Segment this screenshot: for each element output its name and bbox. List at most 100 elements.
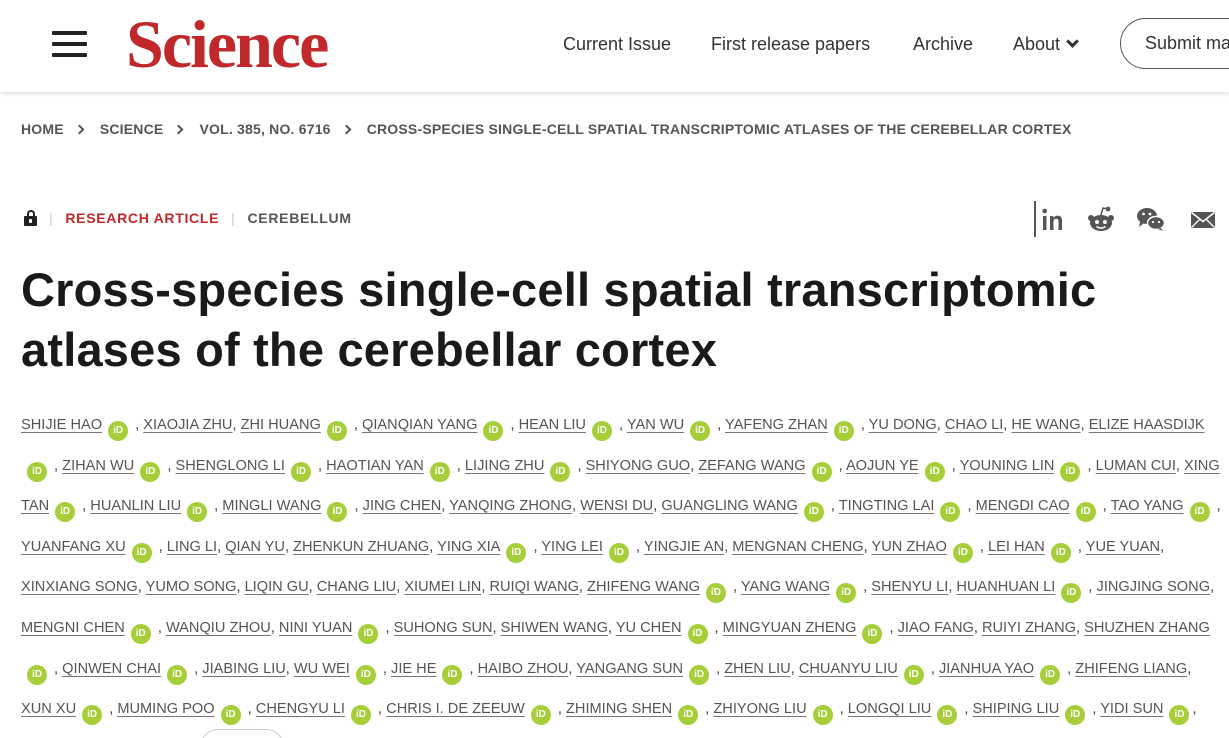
author-link[interactable]: XIUMEI LIN xyxy=(404,579,481,595)
author-link[interactable]: LEI HAN xyxy=(988,539,1045,555)
orcid-icon[interactable]: iD xyxy=(862,623,883,644)
science-logo[interactable]: Science xyxy=(126,10,329,78)
orcid-icon[interactable]: iD xyxy=(1050,542,1071,563)
orcid-icon[interactable]: iD xyxy=(27,664,47,685)
author-link[interactable]: CHENGYU LI xyxy=(256,701,345,717)
author-link[interactable]: ZHIFENG LIANG xyxy=(1075,661,1187,677)
author-link[interactable]: QIANQIAN YANG xyxy=(362,417,477,433)
orcid-icon[interactable]: iD xyxy=(833,421,854,441)
fewer-authors-button[interactable]: fewer xyxy=(200,728,285,738)
nav-current-issue[interactable]: Current Issue xyxy=(563,34,671,55)
author-link[interactable]: CHUANYU LIU xyxy=(799,661,898,677)
author-link[interactable]: QIAN YU xyxy=(225,539,285,555)
author-link[interactable]: YINGJIE AN xyxy=(644,539,724,555)
orcid-icon[interactable]: iD xyxy=(940,502,961,523)
author-link[interactable]: ZEFANG WANG xyxy=(698,458,805,474)
orcid-icon[interactable]: iD xyxy=(1169,705,1190,726)
orcid-icon[interactable]: iD xyxy=(803,502,824,523)
author-link[interactable]: YANQING ZHONG xyxy=(449,498,572,514)
author-link[interactable]: SHIYONG GUO xyxy=(586,458,691,474)
author-link[interactable]: ZHIYONG LIU xyxy=(713,701,806,717)
author-link[interactable]: SHENGLONG LI xyxy=(176,458,285,474)
orcid-icon[interactable]: iD xyxy=(55,502,76,523)
orcid-icon[interactable]: iD xyxy=(131,542,152,563)
author-link[interactable]: JIAO FANG xyxy=(898,620,974,636)
orcid-icon[interactable]: iD xyxy=(591,421,612,441)
orcid-icon[interactable]: iD xyxy=(1060,461,1081,482)
author-link[interactable]: YING LEI xyxy=(541,539,603,555)
author-link[interactable]: LIQIN GU xyxy=(245,579,309,595)
orcid-icon[interactable]: iD xyxy=(678,705,699,726)
author-link[interactable]: MENGNAN CHENG xyxy=(732,539,863,555)
author-link[interactable]: ZHI HUANG xyxy=(241,417,321,433)
author-link[interactable]: HE WANG xyxy=(1011,417,1080,433)
orcid-icon[interactable]: iD xyxy=(358,623,379,644)
orcid-icon[interactable]: iD xyxy=(220,705,241,726)
orcid-icon[interactable]: iD xyxy=(1040,664,1061,685)
orcid-icon[interactable]: iD xyxy=(290,461,311,482)
orcid-icon[interactable]: iD xyxy=(355,664,376,685)
orcid-icon[interactable]: iD xyxy=(689,664,710,685)
breadcrumb-science[interactable]: SCIENCE xyxy=(100,121,164,137)
orcid-icon[interactable]: iD xyxy=(350,705,371,726)
author-link[interactable]: ZIHAN WU xyxy=(62,458,134,474)
author-link[interactable]: YOUNING LIN xyxy=(960,458,1055,474)
author-link[interactable]: SHENYU LI xyxy=(871,579,948,595)
breadcrumb-home[interactable]: HOME xyxy=(21,121,64,137)
orcid-icon[interactable]: iD xyxy=(706,583,726,604)
orcid-icon[interactable]: iD xyxy=(187,502,208,523)
orcid-icon[interactable]: iD xyxy=(167,664,188,685)
author-link[interactable]: YUE YUAN xyxy=(1086,539,1160,555)
author-link[interactable]: WANQIU ZHOU xyxy=(166,620,271,636)
orcid-icon[interactable]: iD xyxy=(608,542,629,563)
email-icon[interactable] xyxy=(1190,200,1216,238)
orcid-icon[interactable]: iD xyxy=(108,421,129,441)
author-link[interactable]: SHIWEN WANG xyxy=(501,620,608,636)
author-link[interactable]: YAFENG ZHAN xyxy=(725,417,828,433)
orcid-icon[interactable]: iD xyxy=(924,461,945,482)
author-link[interactable]: MINGLI WANG xyxy=(222,498,321,514)
author-link[interactable]: YUN ZHAO xyxy=(871,539,946,555)
author-link[interactable]: YU CHEN xyxy=(616,620,682,636)
author-link[interactable]: JIE HE xyxy=(391,661,436,677)
menu-icon[interactable] xyxy=(52,31,88,57)
author-link[interactable]: SUHONG SUN xyxy=(394,620,493,636)
author-link[interactable]: LUMAN CUI xyxy=(1096,458,1176,474)
linkedin-icon[interactable] xyxy=(1041,200,1065,238)
orcid-icon[interactable]: iD xyxy=(27,461,47,482)
breadcrumb-issue[interactable]: VOL. 385, NO. 6716 xyxy=(199,121,330,137)
author-link[interactable]: HEAN LIU xyxy=(519,417,586,433)
author-link[interactable]: QINWEN CHAI xyxy=(62,661,161,677)
author-link[interactable]: CHANG LIU xyxy=(317,579,396,595)
author-link[interactable]: JIABING LIU xyxy=(202,661,286,677)
nav-about[interactable]: About xyxy=(1013,34,1079,55)
orcid-icon[interactable]: iD xyxy=(812,705,833,726)
author-link[interactable]: RUIYI ZHANG xyxy=(982,620,1076,636)
author-link[interactable]: RUIQI WANG xyxy=(489,579,578,595)
reddit-icon[interactable] xyxy=(1087,200,1115,238)
author-link[interactable]: TINGTING LAI xyxy=(839,498,935,514)
author-link[interactable]: ELIZE HAASDIJK xyxy=(1089,417,1205,433)
author-link[interactable]: NINI YUAN xyxy=(279,620,353,636)
author-link[interactable]: YING XIA xyxy=(437,539,500,555)
orcid-icon[interactable]: iD xyxy=(937,705,958,726)
wechat-icon[interactable] xyxy=(1136,200,1166,238)
orcid-icon[interactable]: iD xyxy=(429,461,450,482)
author-link[interactable]: MUMING POO xyxy=(117,701,214,717)
author-link[interactable]: CHRIS I. DE ZEEUW xyxy=(386,701,525,717)
orcid-icon[interactable]: iD xyxy=(140,461,161,482)
article-subject[interactable]: CEREBELLUM xyxy=(248,210,352,226)
author-link[interactable]: ZHIMING SHEN xyxy=(566,701,672,717)
author-link[interactable]: XINXIANG SONG xyxy=(21,579,138,595)
author-link[interactable]: SHIJIE HAO xyxy=(21,417,102,433)
author-link[interactable]: ZHIFENG WANG xyxy=(587,579,700,595)
nav-archive[interactable]: Archive xyxy=(913,34,973,55)
orcid-icon[interactable]: iD xyxy=(442,664,463,685)
author-link[interactable]: CHAO LI xyxy=(945,417,1003,433)
author-link[interactable]: LIJING ZHU xyxy=(465,458,544,474)
author-link[interactable]: XUN XU xyxy=(21,701,76,717)
author-link[interactable]: ZHEN LIU xyxy=(724,661,791,677)
author-link[interactable]: MENGNI CHEN xyxy=(21,620,125,636)
author-link[interactable]: ZHENKUN ZHUANG xyxy=(293,539,429,555)
orcid-icon[interactable]: iD xyxy=(506,542,527,563)
